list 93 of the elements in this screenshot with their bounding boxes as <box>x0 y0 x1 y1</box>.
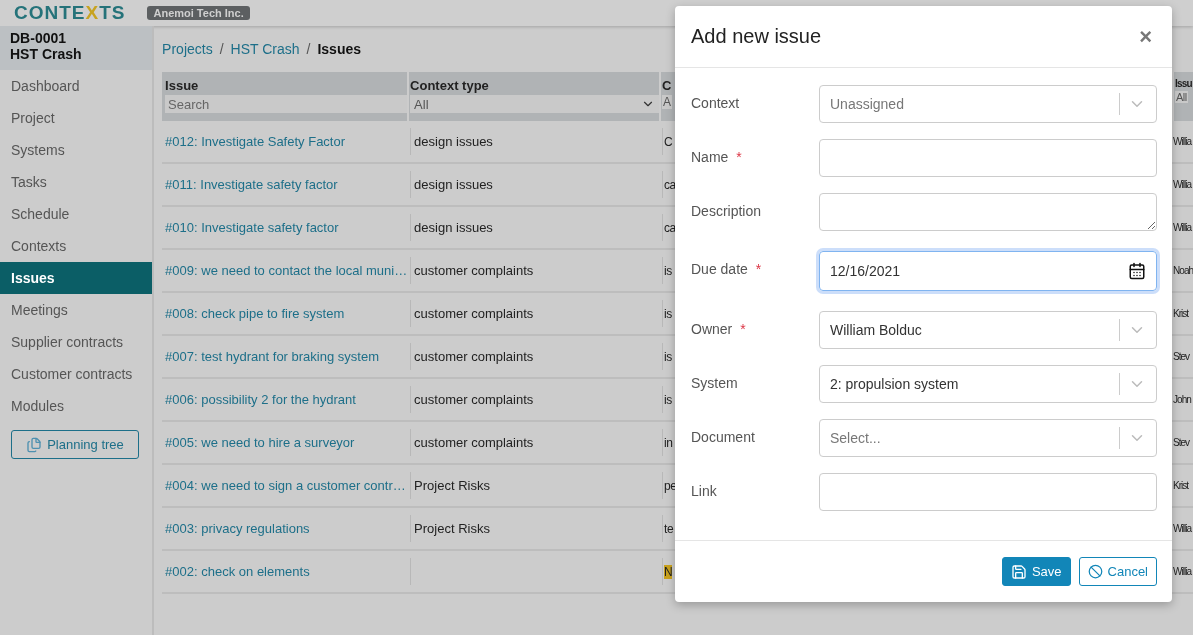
table-cell: customer complaints <box>414 349 534 364</box>
textarea-field[interactable] <box>819 193 1157 231</box>
breadcrumb-item[interactable]: Projects <box>162 41 213 57</box>
table-cell: Willia <box>1173 179 1191 190</box>
sidebar-item[interactable]: Meetings <box>0 294 153 326</box>
issue-link[interactable]: #005: we need to hire a surveyor <box>165 435 355 450</box>
table-cell: C <box>664 134 673 149</box>
table-cell: is <box>664 392 672 407</box>
table-cell: Willia <box>1173 136 1191 147</box>
column-title: Context type <box>410 78 489 93</box>
dialog-title: Add new issue <box>691 25 822 48</box>
date-field[interactable]: 12/16/2021 <box>819 251 1157 291</box>
field-label: Name * <box>691 148 743 165</box>
table-cell: design issues <box>414 220 493 235</box>
calendar-icon <box>1128 262 1146 280</box>
column-title: Issue <box>165 78 199 93</box>
field-label: Link <box>691 482 718 499</box>
filter-select[interactable]: A <box>662 95 673 109</box>
text-field[interactable] <box>819 139 1157 177</box>
table-cell: in <box>664 435 673 450</box>
sidebar-item[interactable]: Contexts <box>0 230 153 262</box>
sidebar-item[interactable]: Tasks <box>0 166 153 198</box>
breadcrumb-separator: / <box>219 41 224 57</box>
save-button[interactable]: Save <box>1001 557 1071 586</box>
sidebar-item[interactable]: Modules <box>0 390 153 422</box>
filter-select[interactable]: All <box>410 95 660 113</box>
issue-link[interactable]: #007: test hydrant for braking system <box>165 349 379 364</box>
sidebar-item[interactable]: Project <box>0 102 153 134</box>
table-cell: Stev <box>1173 437 1190 448</box>
planning-tree-button[interactable]: Planning tree <box>11 430 139 459</box>
save-icon <box>1010 563 1027 580</box>
issue-link[interactable]: #010: Investigate safety factor <box>165 220 339 235</box>
table-cell: Willia <box>1173 566 1191 577</box>
select-field[interactable]: 2: propulsion system <box>819 365 1157 403</box>
sidebar-item[interactable]: Customer contracts <box>0 358 153 390</box>
select-field[interactable]: Unassigned <box>819 85 1157 123</box>
table-cell: Krist <box>1173 480 1189 491</box>
table-cell: Noah <box>1173 265 1193 276</box>
company-badge: Anemoi Tech Inc. <box>147 6 250 20</box>
issue-link[interactable]: #003: privacy regulations <box>165 521 310 536</box>
sidebar-item[interactable]: Systems <box>0 134 153 166</box>
close-button[interactable]: × <box>1135 23 1156 50</box>
issue-link[interactable]: #004: we need to sign a customer contr… <box>165 478 406 493</box>
table-cell: is <box>664 306 672 321</box>
field-label: Description <box>691 202 763 219</box>
text-field[interactable] <box>819 473 1157 511</box>
table-cell: design issues <box>414 177 493 192</box>
table-cell: is <box>664 349 672 364</box>
issue-link[interactable]: #002: check on elements <box>165 564 310 579</box>
sidebar-item[interactable]: Supplier contracts <box>0 326 153 358</box>
issue-link[interactable]: #008: check pipe to fire system <box>165 306 345 321</box>
project-title: DB-0001 HST Crash <box>0 26 153 70</box>
ban-icon <box>1087 564 1103 579</box>
select-field[interactable]: Select... <box>819 419 1157 457</box>
table-cell: customer complaints <box>414 306 534 321</box>
table-cell: Project Risks <box>414 521 490 536</box>
table-cell: is <box>664 263 672 278</box>
table-cell: Project Risks <box>414 478 490 493</box>
table-cell: te <box>664 521 674 536</box>
field-label: Document <box>691 428 756 445</box>
issue-link[interactable]: #006: possibility 2 for the hydrant <box>165 392 356 407</box>
sidebar-item[interactable]: Schedule <box>0 198 153 230</box>
files-icon <box>26 436 43 453</box>
cancel-button[interactable]: Cancel <box>1078 557 1157 586</box>
issue-link[interactable]: #012: Investigate Safety Factor <box>165 134 346 149</box>
issue-link[interactable]: #009: we need to contact the local muni… <box>165 263 408 278</box>
table-cell: customer complaints <box>414 263 534 278</box>
select-field[interactable]: William Bolduc <box>819 311 1157 349</box>
search-field[interactable]: Search <box>165 95 408 113</box>
table-cell: ca <box>664 220 676 235</box>
table-cell: N <box>664 564 673 579</box>
breadcrumb-item[interactable]: HST Crash <box>230 41 300 57</box>
sidebar-item[interactable]: Dashboard <box>0 70 153 102</box>
column-title: C <box>662 78 672 93</box>
sidebar-item[interactable]: Issues <box>0 262 153 294</box>
field-label: Owner * <box>691 320 747 337</box>
table-cell: Willia <box>1173 523 1191 534</box>
logo: CONTEXTS <box>14 3 126 23</box>
table-cell: design issues <box>414 134 493 149</box>
table-cell: Willia <box>1173 222 1191 233</box>
table-cell: Krist <box>1173 308 1189 319</box>
field-label: System <box>691 374 739 391</box>
table-cell: Stev <box>1173 351 1190 362</box>
table-cell: customer complaints <box>414 435 534 450</box>
column-title: Issu <box>1175 78 1192 89</box>
table-cell: John <box>1173 394 1191 405</box>
issue-link[interactable]: #011: Investigate safety factor <box>165 177 338 192</box>
breadcrumb-item: Issues <box>317 41 362 57</box>
table-cell: ca <box>664 177 676 192</box>
field-label: Due date * <box>691 260 763 277</box>
breadcrumb-separator: / <box>306 41 311 57</box>
field-label: Context <box>691 94 741 111</box>
table-cell: customer complaints <box>414 392 534 407</box>
